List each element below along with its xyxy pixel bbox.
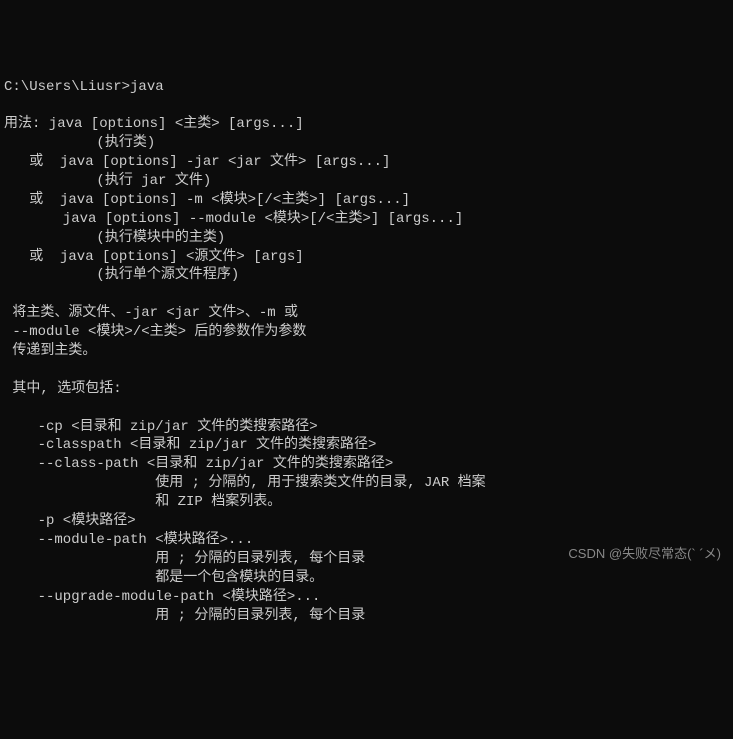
output-line: 或 java [options] -jar <jar 文件> [args...]	[4, 153, 729, 172]
output-line: -cp <目录和 zip/jar 文件的类搜索路径>	[4, 418, 729, 437]
command-prompt-line: C:\Users\Liusr>java	[4, 78, 729, 97]
output-line: 或 java [options] <源文件> [args]	[4, 248, 729, 267]
output-line: 都是一个包含模块的目录。	[4, 569, 729, 588]
output-line: 使用 ; 分隔的, 用于搜索类文件的目录, JAR 档案	[4, 474, 729, 493]
output-line: (执行单个源文件程序)	[4, 266, 729, 285]
output-line: 用 ; 分隔的目录列表, 每个目录	[4, 607, 729, 626]
output-line: java [options] --module <模块>[/<主类>] [arg…	[4, 210, 729, 229]
output-line: 将主类、源文件、-jar <jar 文件>、-m 或	[4, 304, 729, 323]
output-line: 和 ZIP 档案列表。	[4, 493, 729, 512]
output-line	[4, 285, 729, 304]
output-line: 或 java [options] -m <模块>[/<主类>] [args...…	[4, 191, 729, 210]
output-line: 其中, 选项包括:	[4, 380, 729, 399]
csdn-watermark: CSDN @失败尽常态(` ´メ)	[568, 545, 721, 563]
output-line: --class-path <目录和 zip/jar 文件的类搜索路径>	[4, 455, 729, 474]
output-line	[4, 361, 729, 380]
output-line: -classpath <目录和 zip/jar 文件的类搜索路径>	[4, 436, 729, 455]
output-line: (执行模块中的主类)	[4, 229, 729, 248]
output-line: 用法: java [options] <主类> [args...]	[4, 115, 729, 134]
output-line: (执行类)	[4, 134, 729, 153]
output-line: --module <模块>/<主类> 后的参数作为参数	[4, 323, 729, 342]
output-line: 传递到主类。	[4, 342, 729, 361]
output-line: (执行 jar 文件)	[4, 172, 729, 191]
output-line: --upgrade-module-path <模块路径>...	[4, 588, 729, 607]
output-line: -p <模块路径>	[4, 512, 729, 531]
output-line	[4, 399, 729, 418]
